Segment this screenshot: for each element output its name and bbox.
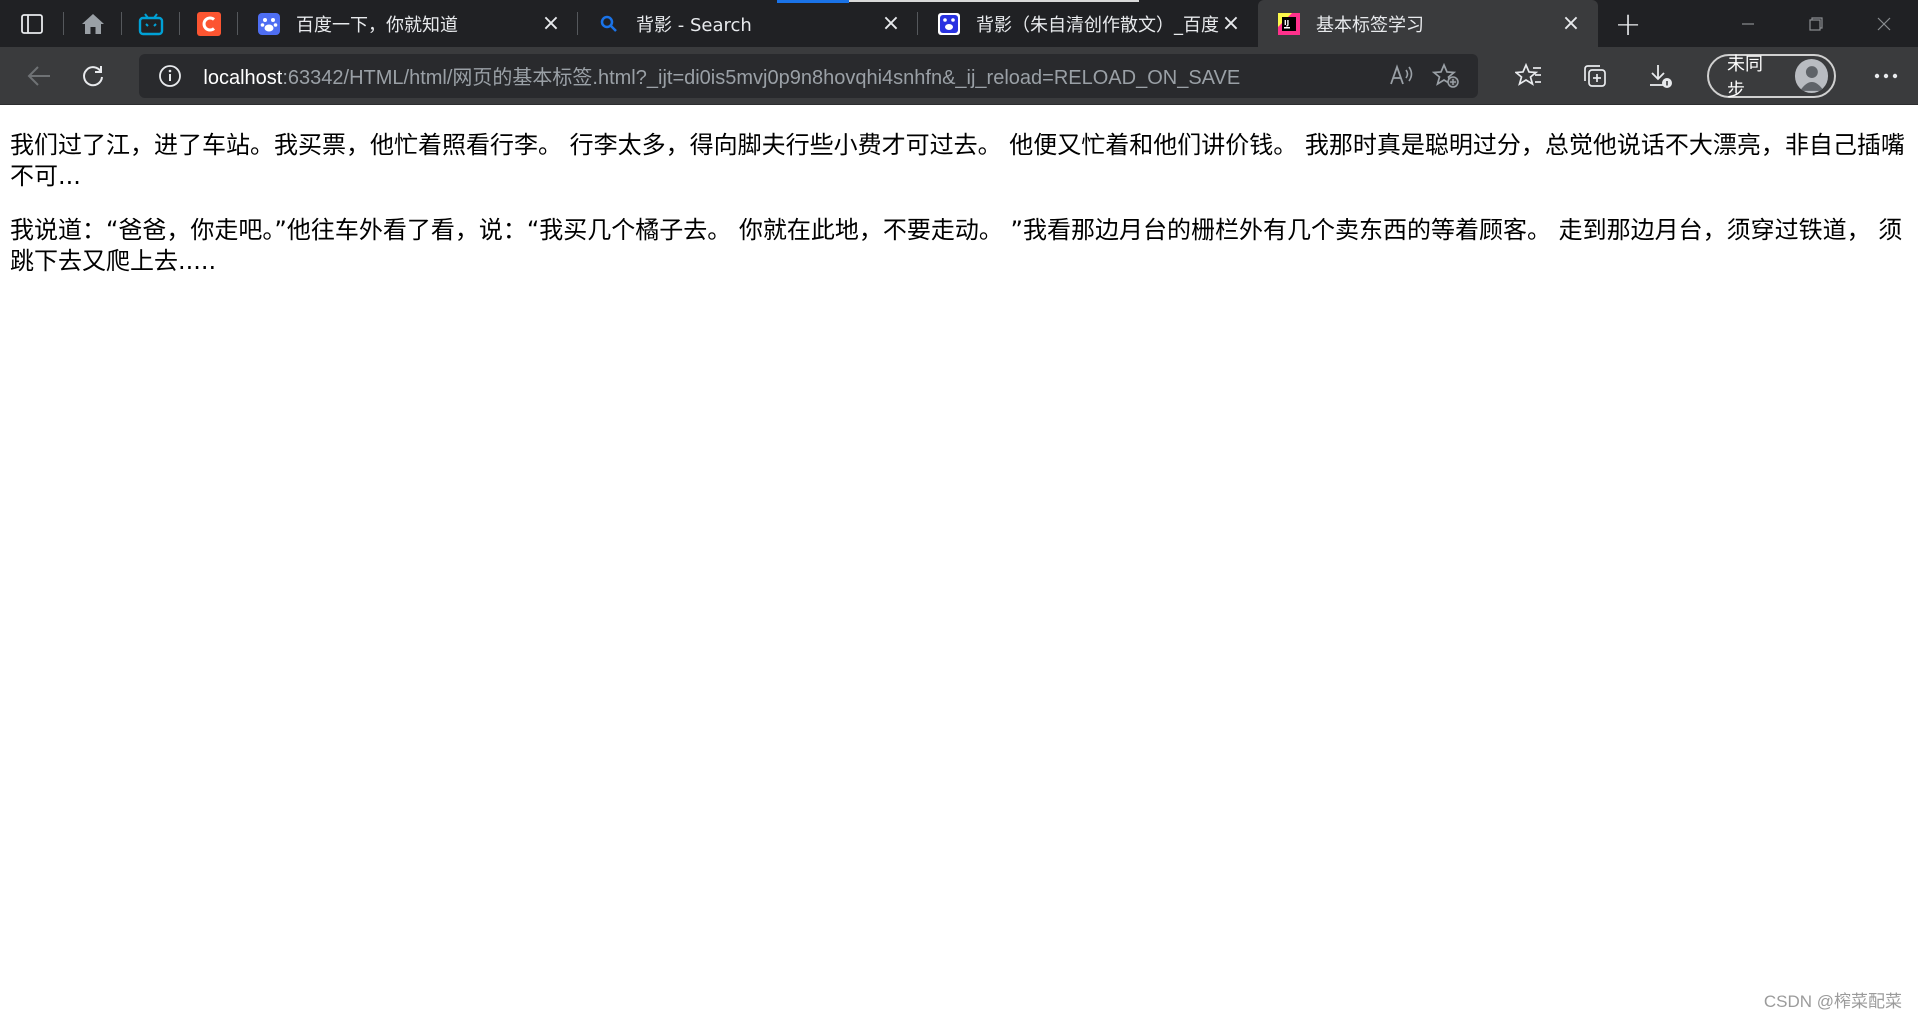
refresh-button[interactable] (66, 54, 120, 98)
avatar (1794, 58, 1829, 93)
tab-title: 背影 - Search (636, 14, 752, 36)
tab-actions-button[interactable] (0, 0, 64, 47)
tab-baidu-home[interactable]: 百度一下，你就知道 × (238, 0, 578, 47)
collections-button[interactable] (1562, 54, 1628, 98)
read-aloud-icon (1390, 63, 1413, 84)
tab-actions-icon (21, 13, 43, 34)
pinned-tab-csdn[interactable] (180, 0, 238, 47)
downloads-button[interactable] (1627, 54, 1693, 98)
window-controls (1714, 0, 1918, 47)
csdn-icon (197, 11, 221, 36)
baidu-du-icon (938, 12, 960, 35)
tab-active[interactable]: IJ 基本标签学习 × (1258, 0, 1598, 47)
user-avatar-icon (1799, 65, 1824, 91)
close-icon (1877, 17, 1891, 30)
svg-text:IJ: IJ (1284, 19, 1289, 27)
address-bar[interactable]: localhost:63342/HTML/html/网页的基本标签.html?_… (139, 53, 1479, 98)
back-button[interactable] (12, 54, 66, 98)
download-icon (1650, 64, 1673, 88)
tab-baidu-baike[interactable]: 背影（朱自清创作散文）_百度 × (918, 0, 1258, 47)
minimize-button[interactable] (1714, 0, 1782, 47)
collections-icon (1583, 64, 1606, 87)
tab-title: 基本标签学习 (1316, 14, 1424, 36)
restore-button[interactable] (1782, 0, 1850, 47)
favorites-icon (1515, 62, 1542, 86)
navigation-toolbar: localhost:63342/HTML/html/网页的基本标签.html?_… (0, 47, 1918, 105)
toolbar-actions: 未同步 (1496, 53, 1918, 101)
close-window-button[interactable] (1850, 0, 1918, 47)
page-content: 我们过了江，进了车站。我买票，他忙着照看行李。 行李太多，得向脚夫行些小费才可过… (0, 106, 1918, 1018)
tab-search[interactable]: 背影 - Search × (578, 0, 918, 47)
pinned-tab-bilibili[interactable] (122, 0, 180, 47)
favorites-button[interactable] (1496, 54, 1562, 98)
new-tab-button[interactable]: + (1598, 0, 1658, 47)
settings-more-button[interactable] (1854, 73, 1918, 79)
close-tab-icon[interactable]: × (1220, 11, 1242, 36)
url-text[interactable]: localhost:63342/HTML/html/网页的基本标签.html?_… (203, 61, 1380, 90)
tab-title: 背影（朱自清创作散文）_百度 (976, 14, 1219, 36)
add-favorite-button[interactable] (1424, 58, 1468, 94)
read-aloud-button[interactable] (1380, 58, 1424, 94)
tab-loading-track (849, 0, 1139, 2)
minimize-icon (1742, 22, 1754, 25)
profile-sync-label: 未同步 (1727, 53, 1764, 101)
home-icon (82, 13, 104, 34)
refresh-icon (82, 65, 103, 86)
url-host: localhost (203, 67, 283, 89)
search-icon (598, 13, 620, 35)
more-dots-icon (1874, 73, 1898, 78)
tab-loading-indicator (777, 0, 849, 3)
close-tab-icon[interactable]: × (540, 11, 562, 36)
url-path: :63342/HTML/html/网页的基本标签.html?_ijt=di0is… (282, 67, 1241, 89)
tab-title: 百度一下，你就知道 (296, 14, 458, 36)
back-arrow-icon (27, 65, 50, 86)
tab-strip: 百度一下，你就知道 × 背影 - Search × 背影（朱自清创作散文）_百度… (0, 0, 1918, 47)
bilibili-icon (138, 12, 164, 35)
pinned-tab-home[interactable] (64, 0, 122, 47)
close-tab-icon[interactable]: × (880, 11, 902, 36)
watermark: CSDN @榨菜配菜 (1763, 992, 1902, 1011)
site-info-icon[interactable] (155, 61, 185, 91)
jetbrains-icon: IJ (1278, 12, 1300, 35)
profile-button[interactable]: 未同步 (1707, 53, 1837, 101)
close-tab-icon[interactable]: × (1560, 11, 1582, 36)
star-add-icon (1432, 62, 1460, 88)
paragraph-2: 我说道：“爸爸，你走吧。”他往车外看了看，说：“我买几个橘子去。 你就在此地，不… (10, 216, 1903, 275)
paragraph-1: 我们过了江，进了车站。我买票，他忙着照看行李。 行李太多，得向脚夫行些小费才可过… (10, 131, 1905, 190)
restore-icon (1809, 16, 1823, 31)
baidu-paw-icon (258, 12, 280, 35)
